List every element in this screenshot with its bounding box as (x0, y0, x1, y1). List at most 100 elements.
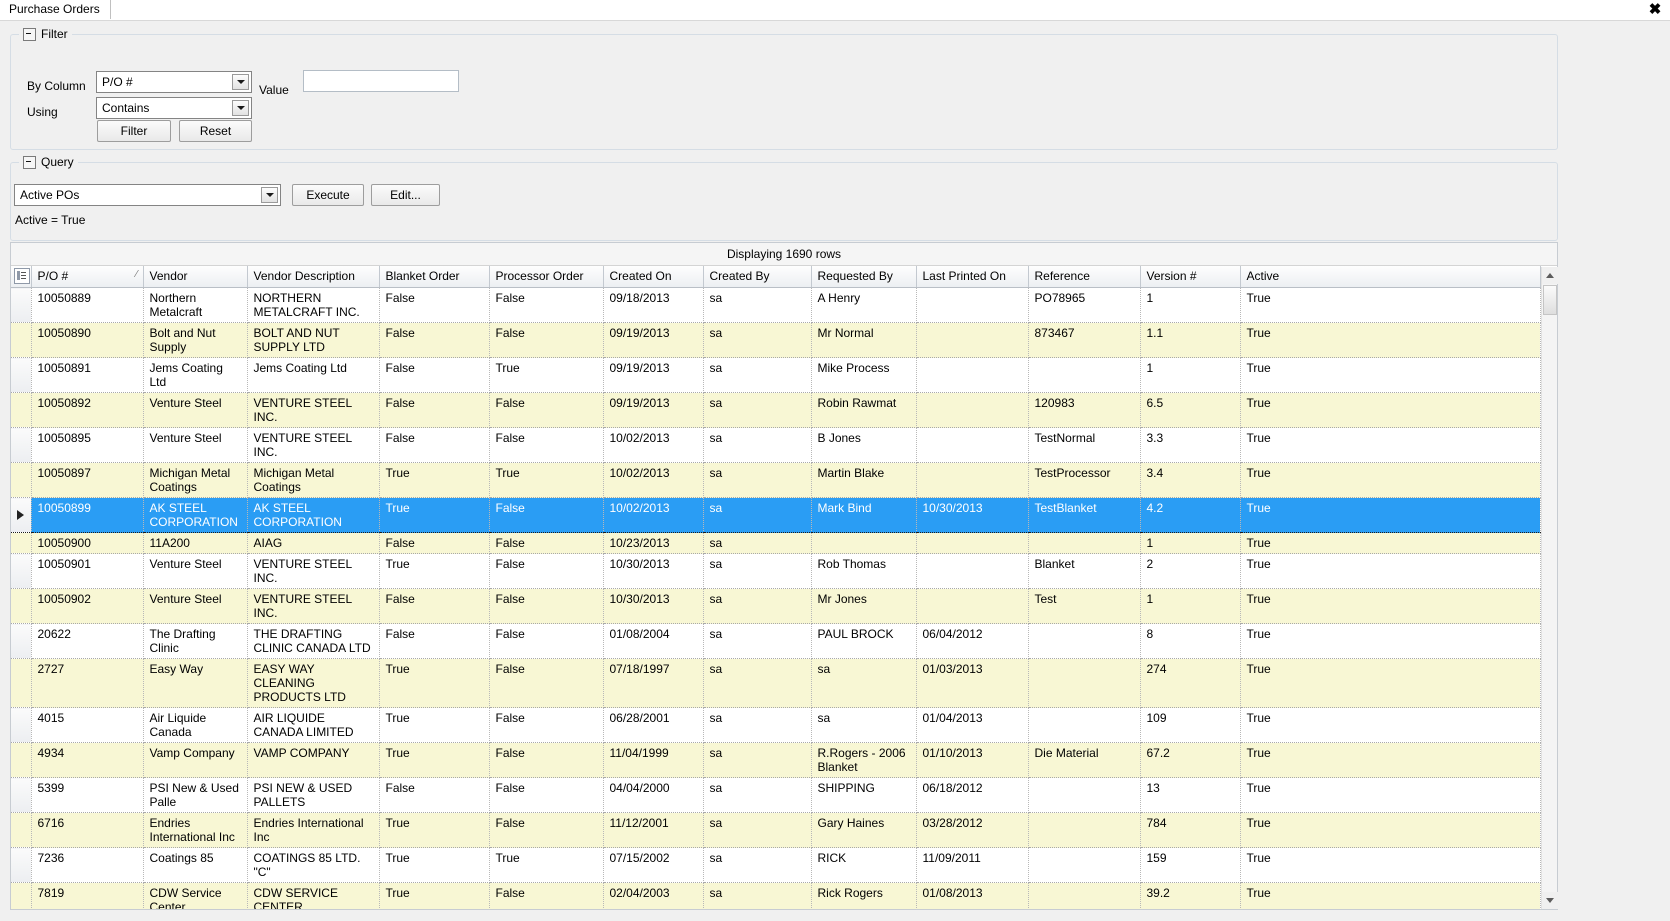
table-cell[interactable]: True (379, 658, 490, 708)
close-icon[interactable]: ✖ (1646, 1, 1664, 19)
column-header-processor-order[interactable]: Processor Order (489, 266, 604, 288)
table-cell[interactable]: 3.4 (1140, 462, 1241, 498)
table-cell[interactable]: VENTURE STEEL INC. (247, 553, 380, 589)
table-cell[interactable]: True (1240, 882, 1541, 909)
table-row[interactable]: 7236 Coatings 85 COATINGS 85 LTD. "C" True T… (11, 847, 1541, 883)
table-row[interactable]: 10050900 11A200 AIAG False False 10/23/2013 sa… (11, 532, 1541, 554)
table-cell[interactable]: 1 (1140, 287, 1241, 323)
table-cell[interactable]: False (489, 623, 604, 659)
table-cell[interactable] (916, 427, 1029, 463)
chevron-down-icon[interactable] (232, 100, 249, 116)
table-cell[interactable]: 3.3 (1140, 427, 1241, 463)
table-cell[interactable]: Venture Steel (143, 553, 248, 589)
table-cell[interactable]: The Drafting Clinic (143, 623, 248, 659)
table-cell[interactable] (1028, 357, 1141, 393)
table-cell[interactable]: 5399 (31, 777, 144, 813)
table-cell[interactable]: True (1240, 707, 1541, 743)
table-cell[interactable]: False (489, 497, 604, 533)
table-cell[interactable]: 10/02/2013 (603, 462, 704, 498)
row-header-cell[interactable] (11, 427, 32, 463)
table-cell[interactable]: 1 (1140, 357, 1241, 393)
table-cell[interactable] (1028, 658, 1141, 708)
chevron-down-icon[interactable] (232, 74, 249, 90)
table-cell[interactable]: sa (703, 847, 812, 883)
table-cell[interactable]: False (489, 742, 604, 778)
table-cell[interactable]: 11/09/2011 (916, 847, 1029, 883)
table-row[interactable]: 10050890 Bolt and Nut Supply BOLT AND NUT … (11, 322, 1541, 358)
table-cell[interactable]: True (489, 357, 604, 393)
scroll-down-icon[interactable] (1542, 892, 1558, 909)
table-cell[interactable]: sa (703, 742, 812, 778)
row-header-cell[interactable] (11, 623, 32, 659)
table-cell[interactable]: 1 (1140, 588, 1241, 624)
table-cell[interactable]: True (1240, 322, 1541, 358)
table-cell[interactable]: 6.5 (1140, 392, 1241, 428)
table-cell[interactable]: False (489, 658, 604, 708)
table-cell[interactable]: True (489, 847, 604, 883)
table-cell[interactable]: Test (1028, 588, 1141, 624)
row-header-cell[interactable] (11, 742, 32, 778)
table-cell[interactable]: BOLT AND NUT SUPPLY LTD (247, 322, 380, 358)
table-cell[interactable]: COATINGS 85 LTD. "C" (247, 847, 380, 883)
table-cell[interactable]: 2 (1140, 553, 1241, 589)
collapse-filter-icon[interactable] (23, 27, 36, 41)
table-cell[interactable]: PSI NEW & USED PALLETS (247, 777, 380, 813)
table-row[interactable]: 10050889 Northern Metalcraft NORTHERN META… (11, 287, 1541, 323)
table-cell[interactable]: VENTURE STEEL INC. (247, 588, 380, 624)
table-cell[interactable]: 10050899 (31, 497, 144, 533)
row-header-cell[interactable] (11, 777, 32, 813)
table-cell[interactable]: VENTURE STEEL INC. (247, 427, 380, 463)
table-cell[interactable]: VENTURE STEEL INC. (247, 392, 380, 428)
table-cell[interactable]: 4.2 (1140, 497, 1241, 533)
table-cell[interactable]: 09/18/2013 (603, 287, 704, 323)
table-cell[interactable]: 7819 (31, 882, 144, 909)
table-cell[interactable]: 6716 (31, 812, 144, 848)
table-cell[interactable] (1028, 532, 1141, 554)
table-cell[interactable]: 06/28/2001 (603, 707, 704, 743)
table-cell[interactable]: Robin Rawmat (811, 392, 917, 428)
table-cell[interactable]: sa (703, 588, 812, 624)
table-row[interactable]: 6716 Endries International Inc Endries Int… (11, 812, 1541, 848)
row-header-cell[interactable] (11, 357, 32, 393)
table-row[interactable]: 10050901 Venture Steel VENTURE STEEL INC. T… (11, 553, 1541, 589)
table-cell[interactable]: RICK (811, 847, 917, 883)
table-cell[interactable]: False (489, 322, 604, 358)
table-cell[interactable]: False (489, 287, 604, 323)
table-cell[interactable]: False (489, 392, 604, 428)
table-cell[interactable]: A Henry (811, 287, 917, 323)
table-cell[interactable] (1028, 777, 1141, 813)
table-cell[interactable]: PAUL BROCK (811, 623, 917, 659)
table-cell[interactable]: sa (811, 707, 917, 743)
table-cell[interactable]: 10050902 (31, 588, 144, 624)
table-row[interactable]: 10050899 AK STEEL CORPORATION AK STEEL COR… (11, 497, 1541, 533)
table-row[interactable]: 4934 Vamp Company VAMP COMPANY True False 11/… (11, 742, 1541, 778)
table-cell[interactable]: True (379, 882, 490, 909)
table-cell[interactable]: True (1240, 462, 1541, 498)
table-cell[interactable]: TestBlanket (1028, 497, 1141, 533)
table-cell[interactable]: 11/12/2001 (603, 812, 704, 848)
table-cell[interactable] (1028, 623, 1141, 659)
table-cell[interactable]: Easy Way (143, 658, 248, 708)
row-header-cell[interactable] (11, 553, 32, 589)
table-cell[interactable]: 10/02/2013 (603, 427, 704, 463)
table-cell[interactable]: 8 (1140, 623, 1241, 659)
table-cell[interactable]: 07/15/2002 (603, 847, 704, 883)
row-header-cell[interactable] (11, 588, 32, 624)
scroll-up-icon[interactable] (1542, 267, 1558, 284)
table-cell[interactable]: VAMP COMPANY (247, 742, 380, 778)
table-cell[interactable]: 20622 (31, 623, 144, 659)
table-cell[interactable]: True (489, 462, 604, 498)
column-header-po[interactable]: ⁄ P/O # (31, 266, 144, 288)
table-cell[interactable]: False (489, 777, 604, 813)
table-cell[interactable]: TestNormal (1028, 427, 1141, 463)
table-cell[interactable] (916, 532, 1029, 554)
table-cell[interactable]: True (379, 553, 490, 589)
table-cell[interactable]: True (1240, 357, 1541, 393)
table-cell[interactable]: 10/30/2013 (603, 553, 704, 589)
table-cell[interactable]: Rick Rogers (811, 882, 917, 909)
table-cell[interactable]: 10/30/2013 (603, 588, 704, 624)
select-all-icon[interactable] (14, 268, 30, 284)
table-cell[interactable]: 09/19/2013 (603, 357, 704, 393)
table-cell[interactable]: False (379, 623, 490, 659)
table-cell[interactable]: False (379, 777, 490, 813)
